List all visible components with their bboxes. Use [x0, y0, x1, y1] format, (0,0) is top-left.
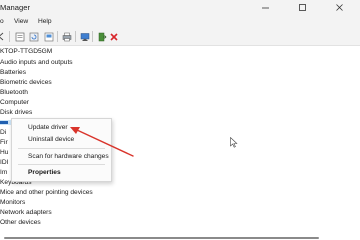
mouse-cursor-icon — [230, 137, 238, 148]
annotation-arrow — [70, 127, 134, 157]
scrollbar-thumb[interactable] — [4, 237, 319, 239]
